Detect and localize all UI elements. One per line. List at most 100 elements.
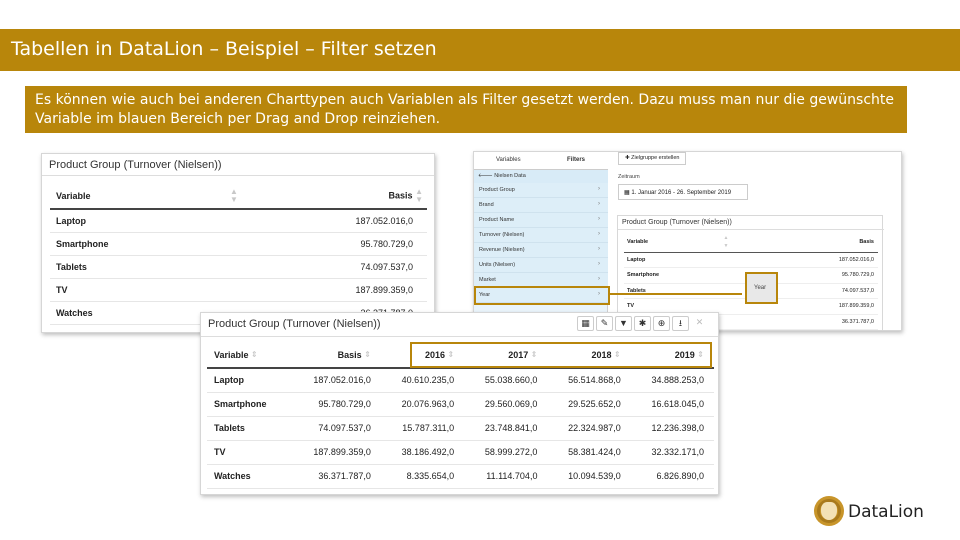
divider — [618, 229, 884, 230]
left-table-title: Product Group (Turnover (Nielsen)) — [49, 159, 222, 171]
filter-icon[interactable]: ▼ — [615, 316, 632, 331]
variable-item[interactable]: Product Group › — [474, 183, 608, 198]
date-range-field[interactable]: ▦ 1. Januar 2016 - 26. September 2019 — [618, 184, 748, 200]
zoom-icon[interactable]: ⊕ — [653, 316, 670, 331]
sort-icon[interactable]: ⇕ — [251, 351, 258, 359]
tab-filters[interactable]: Filters — [567, 157, 585, 163]
column-header-variable[interactable]: Variable — [624, 233, 724, 253]
row-label: Smartphone — [624, 267, 744, 284]
cell-value: 29.560.069,0 — [464, 392, 548, 417]
column-header-basis[interactable]: Basis ▲ ▼ — [250, 183, 427, 210]
column-header-basis[interactable]: Basis — [743, 233, 878, 253]
row-label: Laptop — [624, 252, 744, 268]
sort-icon[interactable]: ▲ ▼ — [230, 183, 250, 210]
cell-value: 29.525.652,0 — [547, 392, 631, 417]
variable-label: Units (Nielsen) — [479, 262, 516, 268]
variable-label: Brand — [479, 202, 494, 208]
close-icon[interactable]: ✕ — [691, 316, 708, 331]
cell-value: 56.514.868,0 — [547, 368, 631, 393]
cell-value: 95.780.729,0 — [291, 392, 381, 417]
year-highlight — [474, 286, 610, 305]
cell-value: 95.780.729,0 — [250, 232, 427, 256]
variable-item[interactable]: Product Name › — [474, 213, 608, 228]
variable-item[interactable]: Turnover (Nielsen) › — [474, 228, 608, 243]
brand-name: DataLion — [848, 502, 924, 522]
cell-value: 34.888.253,0 — [630, 368, 714, 393]
cell-value: 187.899.359,0 — [291, 440, 381, 465]
divider — [201, 336, 718, 337]
column-header-variable[interactable]: Variable — [50, 183, 230, 210]
cell-value: 58.999.272,0 — [464, 440, 548, 465]
drag-label: Year — [754, 285, 767, 291]
cell-value: 36.371.787,0 — [291, 464, 381, 489]
date-range-value: 1. Januar 2016 - 26. September 2019 — [631, 190, 732, 196]
sidebar-tabs: Variables Filters — [474, 152, 608, 170]
preview-table-title: Product Group (Turnover (Nielsen)) — [622, 219, 732, 226]
cell-value: 6.826.890,0 — [630, 464, 714, 489]
column-header-basis[interactable]: Basis ⇕ — [291, 342, 381, 369]
chevron-right-icon: › — [598, 261, 600, 267]
row-label: TV — [207, 440, 291, 465]
left-table-panel: Product Group (Turnover (Nielsen)) Varia… — [41, 153, 435, 333]
download-icon[interactable]: ⭳ — [672, 316, 689, 331]
year-columns-highlight — [410, 342, 712, 368]
cell-value: 16.618.045,0 — [630, 392, 714, 417]
cell-value: 74.097.537,0 — [250, 255, 427, 279]
left-table: Variable ▲ ▼ Basis ▲ ▼ Laptop 187.052.016,0… — [50, 183, 427, 325]
variable-label: Turnover (Nielsen) — [479, 232, 525, 238]
year-drag-ghost[interactable]: Year — [745, 272, 778, 304]
cell-value: 38.186.492,0 — [380, 440, 465, 465]
table-row: Laptop 187.052.016,0 — [624, 252, 878, 268]
table-icon[interactable]: ▦ — [577, 316, 594, 331]
tab-variables[interactable]: Variables — [496, 157, 521, 163]
arrow-left-icon: 🡐 — [478, 173, 493, 179]
sort-icon: ▲ ▼ — [415, 186, 423, 204]
chevron-right-icon: › — [598, 246, 600, 252]
cell-value: 22.324.987,0 — [547, 416, 631, 441]
cell-value: 187.052.016,0 — [291, 368, 381, 393]
back-link[interactable]: 🡐 Nielsen Data — [474, 170, 608, 183]
cell-value: 20.076.963,0 — [380, 392, 465, 417]
description-box: Es können wie auch bei anderen Charttype… — [25, 86, 907, 133]
cell-value: 187.052.016,0 — [250, 209, 427, 233]
row-label: Tablets — [50, 255, 250, 279]
variable-item[interactable]: Units (Nielsen) › — [474, 258, 608, 273]
column-header-variable[interactable]: Variable ⇕ — [207, 342, 291, 369]
sort-icon[interactable]: ⇕ — [364, 351, 371, 359]
variable-label: Product Name — [479, 217, 515, 223]
table-row: Tablets 74.097.537,0 15.787.311,0 23.748.84… — [207, 416, 714, 441]
row-label: TV — [50, 278, 250, 302]
chevron-right-icon: › — [598, 186, 600, 192]
table-row: Smartphone 95.780.729,0 — [50, 232, 427, 256]
gear-icon[interactable]: ✱ — [634, 316, 651, 331]
pencil-icon[interactable]: ✎ — [596, 316, 613, 331]
chevron-right-icon: › — [598, 276, 600, 282]
cell-value: 187.899.359,0 — [250, 278, 427, 302]
cell-value: 58.381.424,0 — [547, 440, 631, 465]
divider — [42, 175, 434, 176]
row-label: Smartphone — [207, 392, 291, 417]
variable-item[interactable]: Revenue (Nielsen) › — [474, 243, 608, 258]
table-row: TV 187.899.359,0 38.186.492,0 58.999.272,0 5… — [207, 440, 714, 465]
calendar-icon: ▦ — [624, 190, 630, 196]
drag-connector-line — [610, 293, 742, 295]
table-row: Smartphone 95.780.729,0 20.076.963,0 29.560… — [207, 392, 714, 417]
datalion-logo-icon — [814, 496, 844, 526]
cell-value: 8.335.654,0 — [380, 464, 465, 489]
result-table-title: Product Group (Turnover (Nielsen)) — [208, 318, 381, 330]
create-target-group-label: Zielgruppe erstellen — [631, 155, 680, 161]
chevron-right-icon: › — [598, 216, 600, 222]
create-target-group-button[interactable]: ✚ Zielgruppe erstellen — [618, 152, 687, 165]
row-label: Laptop — [207, 368, 291, 393]
table-row: Watches 36.371.787,0 8.335.654,0 11.114.704… — [207, 464, 714, 489]
slide-title: Tabellen in DataLion – Beispiel – Filter… — [11, 38, 437, 60]
sort-icon[interactable]: ▲ ▼ — [723, 233, 744, 253]
table-row: Tablets 74.097.537,0 — [50, 255, 427, 279]
cell-value: 187.052.016,0 — [743, 252, 878, 268]
variable-item[interactable]: Brand › — [474, 198, 608, 213]
cell-value: 12.236.398,0 — [630, 416, 714, 441]
chevron-right-icon: › — [598, 201, 600, 207]
cell-value: 23.748.841,0 — [464, 416, 548, 441]
cell-value: 36.371.787,0 — [743, 314, 878, 330]
row-label: Watches — [207, 464, 291, 489]
